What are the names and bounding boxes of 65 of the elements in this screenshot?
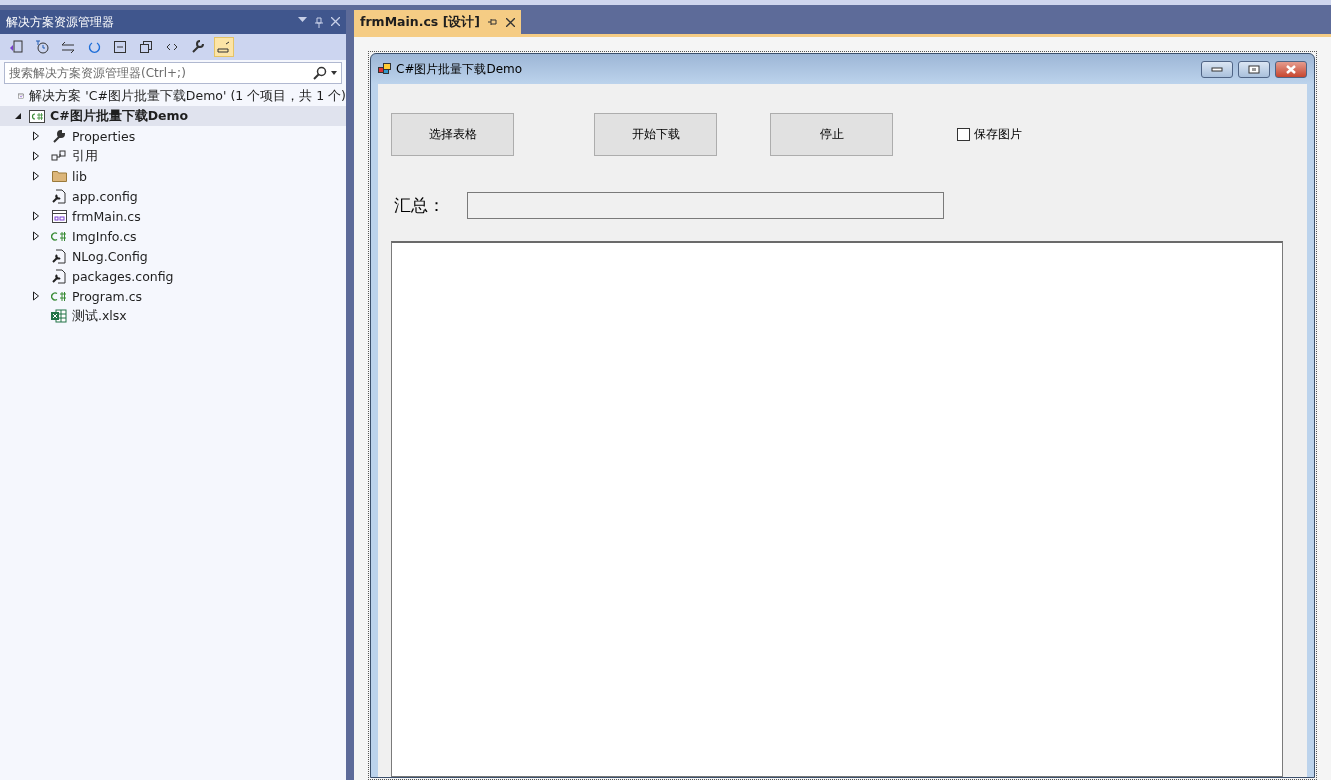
form-icon bbox=[51, 209, 67, 223]
project-label: C#图片批量下载Demo bbox=[50, 107, 189, 125]
spreadsheet-icon bbox=[51, 309, 67, 323]
references-icon bbox=[51, 150, 67, 162]
config-file-icon bbox=[52, 248, 66, 264]
minimize-button[interactable] bbox=[1201, 60, 1233, 78]
project-tree-item[interactable]: C#图片批量下载Demo bbox=[0, 106, 346, 126]
file-tree-item[interactable]: NLog.Config bbox=[0, 246, 346, 266]
collapsed-arrow-icon[interactable] bbox=[32, 131, 40, 141]
search-field[interactable]: 搜索解决方案资源管理器(Ctrl+;) bbox=[4, 62, 342, 84]
close-icon[interactable] bbox=[506, 17, 516, 27]
wrench-icon bbox=[52, 129, 66, 143]
save-images-checkbox[interactable]: 保存图片 bbox=[957, 126, 1022, 143]
file-tree-item[interactable]: Program.cs bbox=[0, 286, 346, 306]
pin-icon[interactable] bbox=[488, 18, 499, 26]
file-tree-item[interactable]: Properties bbox=[0, 126, 346, 146]
folder-icon bbox=[51, 170, 67, 182]
file-label: packages.config bbox=[72, 268, 174, 284]
file-label: frmMain.cs bbox=[72, 208, 141, 224]
expanded-arrow-icon[interactable] bbox=[14, 111, 22, 121]
close-button[interactable] bbox=[1275, 60, 1307, 78]
summary-label: 汇总： bbox=[394, 194, 445, 217]
file-label: 测试.xlsx bbox=[72, 307, 127, 325]
app-icon bbox=[378, 63, 391, 75]
panel-title: 解决方案资源管理器 bbox=[6, 13, 114, 31]
dropdown-icon[interactable] bbox=[329, 70, 339, 76]
summary-field[interactable] bbox=[467, 192, 944, 219]
solution-tree-item[interactable]: 解决方案 'C#图片批量下载Demo' (1 个项目，共 1 个) bbox=[0, 86, 346, 106]
file-label: app.config bbox=[72, 188, 138, 204]
file-tree-item[interactable]: 测试.xlsx bbox=[0, 306, 346, 326]
form-button[interactable]: 选择表格 bbox=[391, 113, 514, 156]
file-tree-item[interactable]: 引用 bbox=[0, 146, 346, 166]
form-button[interactable]: 开始下载 bbox=[594, 113, 717, 156]
file-label: Program.cs bbox=[72, 288, 143, 304]
file-label: 引用 bbox=[72, 147, 98, 165]
collapsed-arrow-icon[interactable] bbox=[32, 211, 40, 221]
file-label: Properties bbox=[72, 128, 136, 144]
collapsed-arrow-icon[interactable] bbox=[32, 291, 40, 301]
search-icon[interactable] bbox=[313, 66, 327, 80]
collapsed-arrow-icon[interactable] bbox=[32, 231, 40, 241]
maximize-icon bbox=[1248, 64, 1260, 74]
pin-icon[interactable] bbox=[315, 16, 323, 28]
file-tree-item[interactable]: app.config bbox=[0, 186, 346, 206]
file-tree-item[interactable]: frmMain.cs bbox=[0, 206, 346, 226]
form-button[interactable]: 停止 bbox=[770, 113, 893, 156]
csharp-file-icon bbox=[51, 230, 67, 242]
close-icon bbox=[1285, 64, 1297, 74]
solution-label: 解决方案 'C#图片批量下载Demo' (1 个项目，共 1 个) bbox=[29, 87, 346, 105]
collapsed-arrow-icon[interactable] bbox=[32, 171, 40, 181]
file-label: lib bbox=[72, 168, 87, 184]
file-label: ImgInfo.cs bbox=[72, 228, 137, 244]
config-file-icon bbox=[52, 268, 66, 284]
window-title: C#图片批量下载Demo bbox=[396, 60, 524, 78]
file-label: NLog.Config bbox=[72, 248, 148, 264]
search-input[interactable]: 搜索解决方案资源管理器(Ctrl+;) bbox=[5, 66, 313, 80]
maximize-button[interactable] bbox=[1238, 60, 1270, 78]
file-tree-item[interactable]: packages.config bbox=[0, 266, 346, 286]
document-tab[interactable]: frmMain.cs [设计] bbox=[354, 10, 522, 34]
csharp-project-icon bbox=[29, 109, 45, 123]
config-file-icon bbox=[52, 188, 66, 204]
file-tree-item[interactable]: lib bbox=[0, 166, 346, 186]
minimize-icon bbox=[1211, 66, 1223, 72]
collapsed-arrow-icon[interactable] bbox=[32, 151, 40, 161]
csharp-file-icon bbox=[51, 290, 67, 302]
file-tree-item[interactable]: ImgInfo.cs bbox=[0, 226, 346, 246]
